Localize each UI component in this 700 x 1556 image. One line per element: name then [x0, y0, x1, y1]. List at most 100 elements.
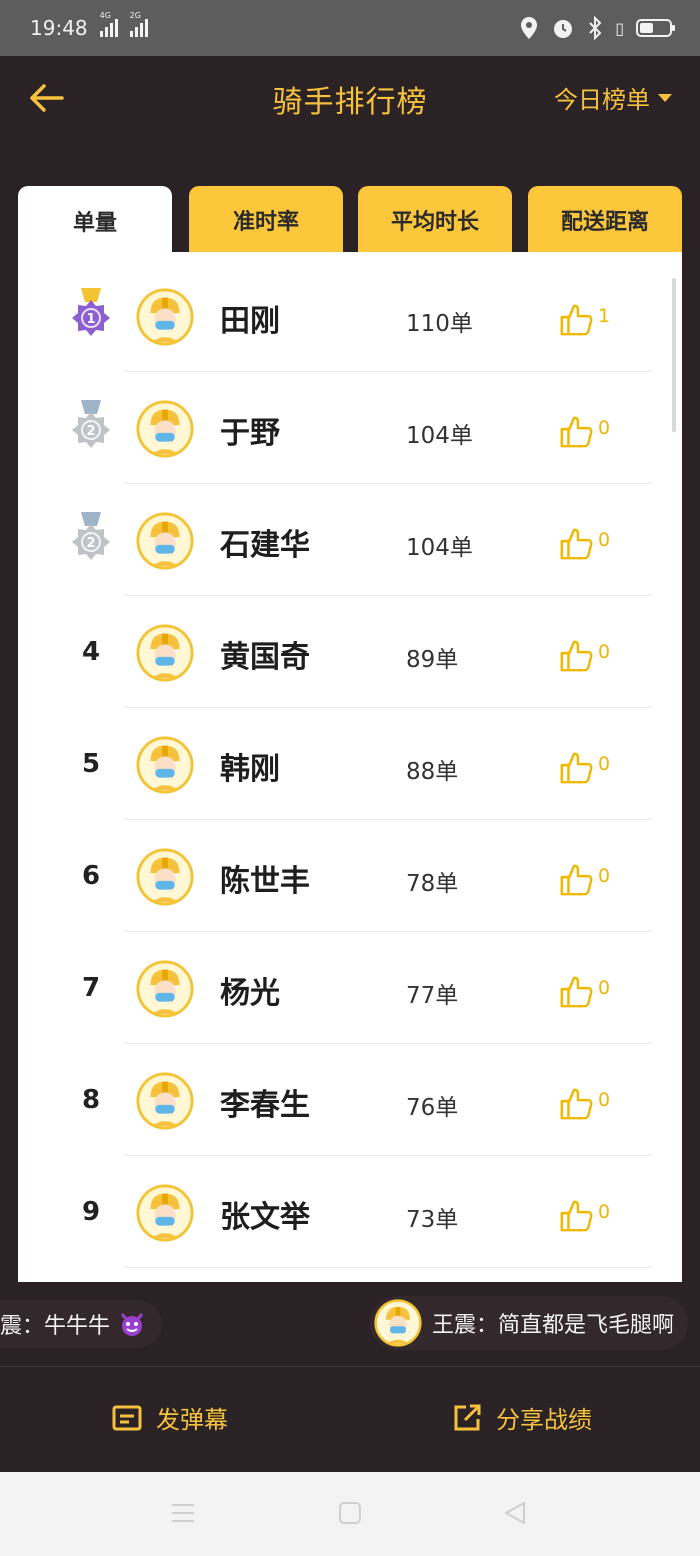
rider-avatar-icon: [136, 960, 194, 1018]
home-square-icon[interactable]: [338, 1500, 362, 1526]
rider-name: 张文举: [220, 1200, 310, 1235]
rank-badge: 1: [60, 286, 122, 346]
danmu-message-right: 王震：简直都是飞毛腿啊: [369, 1296, 688, 1350]
tab-order-count[interactable]: 单量: [18, 186, 172, 256]
order-count: 89单: [406, 647, 459, 673]
divider: [0, 1366, 700, 1367]
like-button[interactable]: 0: [558, 524, 610, 562]
status-time: 19:48: [30, 16, 88, 40]
battery-icon: [636, 19, 675, 37]
silver-medal-icon: 2: [72, 400, 110, 448]
danmu-bar: 震：牛牛牛 王震：简直都是飞毛腿啊: [0, 1292, 700, 1356]
chevron-down-icon: [658, 93, 672, 102]
share-results-label: 分享战绩: [496, 1406, 592, 1434]
order-count: 88单: [406, 759, 459, 785]
alarm-icon: [554, 20, 573, 38]
rider-avatar-icon: [136, 736, 194, 794]
silver-medal-icon: 2: [72, 512, 110, 560]
bluetooth-icon: [589, 16, 602, 40]
tab-bar: 单量 准时率 平均时长 配送距离: [18, 186, 682, 256]
rank-badge: 2: [60, 510, 122, 570]
row-divider: [124, 1267, 652, 1268]
rider-name: 杨光: [220, 976, 280, 1011]
rider-avatar-icon: [136, 400, 194, 458]
signal-4g-icon: 4G: [99, 11, 118, 37]
ranking-row[interactable]: 6 陈世丰 78单 0: [18, 820, 682, 932]
like-count: 0: [598, 1089, 611, 1111]
medal-rank-number: 2: [86, 536, 95, 551]
ranking-row[interactable]: 9 张文举 73单 0: [18, 1156, 682, 1268]
rider-name: 于野: [220, 416, 280, 451]
system-nav-bar: [0, 1472, 700, 1556]
like-button[interactable]: 1: [558, 300, 610, 338]
danmu-message-left: 震：牛牛牛: [0, 1300, 163, 1348]
status-bar: 19:48 4G 2G ▯: [0, 0, 700, 56]
today-ranking-dropdown[interactable]: 今日榜单: [554, 80, 672, 115]
rider-name: 李春生: [220, 1088, 310, 1123]
location-icon: [521, 17, 538, 39]
rider-name: 韩刚: [220, 752, 280, 787]
danmu-icon: [112, 1405, 142, 1430]
rank-badge: 2: [60, 398, 122, 458]
rider-avatar-icon: [136, 512, 194, 570]
ranking-row[interactable]: 1 田刚 110单 1: [18, 260, 682, 372]
share-icon: [454, 1404, 481, 1430]
tab-on-time-rate[interactable]: 准时率: [189, 186, 343, 254]
rider-name: 黄国奇: [220, 640, 310, 675]
rider-avatar-icon: [136, 288, 194, 346]
status-left: 19:48 4G 2G: [30, 11, 148, 40]
ranking-row[interactable]: 5 韩刚 88单 0: [18, 708, 682, 820]
like-count: 1: [598, 305, 611, 327]
rank-number: 7: [81, 973, 101, 1003]
rider-name: 陈世丰: [220, 864, 310, 899]
ranking-list[interactable]: 1 田刚 110单 1 2 于野 104单 0 2 石建华 104单 0 4 黄国奇 89单 0 5 韩刚 88单 0…: [18, 252, 682, 1282]
like-button[interactable]: 0: [558, 860, 610, 898]
page-title: 骑手排行榜: [272, 85, 428, 120]
order-count: 77单: [406, 983, 459, 1009]
ranking-row[interactable]: 4 黄国奇 89单 0: [18, 596, 682, 708]
tab-delivery-distance[interactable]: 配送距离: [528, 186, 682, 254]
thumbs-up-icon: [560, 640, 593, 672]
like-button[interactable]: 0: [558, 748, 610, 786]
vibrate-icon: ▯: [615, 18, 624, 38]
medal-rank-number: 2: [86, 424, 95, 439]
ranking-row[interactable]: 8 李春生 76单 0: [18, 1044, 682, 1156]
rank-number: 9: [81, 1197, 101, 1227]
thumbs-up-icon: [560, 864, 593, 896]
order-count: 110单: [406, 311, 473, 337]
purple-medal-icon: 1: [72, 288, 110, 336]
like-count: 0: [598, 1201, 611, 1223]
like-button[interactable]: 0: [558, 412, 610, 450]
like-count: 0: [598, 865, 611, 887]
bottom-actions: 发弹幕 分享战绩: [0, 1388, 700, 1448]
menu-icon[interactable]: [170, 1500, 196, 1526]
danmu-text-left: 震：牛牛牛: [0, 1314, 111, 1339]
thumbs-up-icon: [560, 416, 593, 448]
send-danmu-label: 发弹幕: [156, 1406, 228, 1434]
like-button[interactable]: 0: [558, 1196, 610, 1234]
like-button[interactable]: 0: [558, 1084, 610, 1122]
ranking-row[interactable]: 2 于野 104单 0: [18, 372, 682, 484]
back-arrow-icon[interactable]: [26, 78, 66, 118]
thumbs-up-icon: [560, 752, 593, 784]
order-count: 76单: [406, 1095, 459, 1121]
like-button[interactable]: 0: [558, 636, 610, 674]
thumbs-up-icon: [560, 528, 593, 560]
like-button[interactable]: 0: [558, 972, 610, 1010]
like-count: 0: [598, 529, 611, 551]
signal-2g-tag: 2G: [129, 11, 141, 20]
send-danmu-button[interactable]: 发弹幕: [112, 1400, 228, 1435]
rank-number: 5: [81, 749, 101, 779]
tab-average-duration[interactable]: 平均时长: [358, 186, 512, 254]
signal-4g-tag: 4G: [99, 11, 111, 20]
order-count: 73单: [406, 1207, 459, 1233]
rider-avatar-icon: [136, 848, 194, 906]
rider-avatar-icon: [374, 1299, 422, 1347]
rider-avatar-icon: [136, 624, 194, 682]
like-count: 0: [598, 977, 611, 999]
back-triangle-icon[interactable]: [502, 1500, 528, 1526]
share-results-button[interactable]: 分享战绩: [452, 1400, 592, 1435]
ranking-row[interactable]: 7 杨光 77单 0: [18, 932, 682, 1044]
ranking-row[interactable]: 2 石建华 104单 0: [18, 484, 682, 596]
danmu-text-right: 王震：简直都是飞毛腿啊: [431, 1313, 674, 1338]
